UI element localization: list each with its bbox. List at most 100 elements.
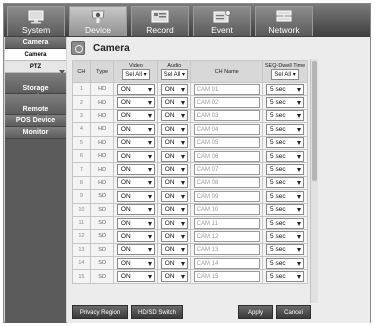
cell-type: HD bbox=[89, 122, 115, 137]
cell-name: CAM 09 bbox=[190, 189, 264, 204]
dwell-time-dropdown[interactable]: 5 sec bbox=[266, 217, 305, 229]
audio-dropdown[interactable]: ON bbox=[160, 217, 188, 229]
dwell-time-dropdown[interactable]: 5 sec bbox=[266, 164, 305, 176]
dwell-select-all[interactable]: Sel All ▾ bbox=[271, 69, 299, 80]
audio-dropdown[interactable]: ON bbox=[160, 177, 188, 189]
video-select-all[interactable]: Sel All ▾ bbox=[122, 69, 150, 80]
tab-network[interactable]: Network bbox=[255, 6, 313, 36]
cell-name: CAM 15 bbox=[190, 269, 264, 284]
tab-record[interactable]: Record bbox=[131, 6, 189, 36]
dwell-time-dropdown[interactable]: 5 sec bbox=[266, 123, 305, 135]
cell-name: CAM 14 bbox=[190, 256, 264, 271]
privacy-region-button[interactable]: Privacy Region bbox=[72, 305, 128, 319]
table-row: 5 HD ON ON CAM 05 5 sec bbox=[72, 135, 308, 150]
audio-dropdown[interactable]: ON bbox=[160, 110, 188, 122]
video-dropdown[interactable]: ON bbox=[116, 190, 155, 202]
dwell-time-dropdown[interactable]: 5 sec bbox=[266, 97, 305, 109]
audio-dropdown[interactable]: ON bbox=[160, 137, 188, 149]
sidebar-item-storage-device[interactable]: Storage Device bbox=[5, 73, 66, 101]
dwell-time-dropdown[interactable]: 5 sec bbox=[266, 110, 305, 122]
audio-dropdown[interactable]: ON bbox=[160, 164, 188, 176]
video-dropdown[interactable]: ON bbox=[116, 110, 155, 122]
cancel-button[interactable]: Cancel bbox=[276, 305, 311, 319]
sidebar-item-remote-device[interactable]: Remote Device bbox=[5, 94, 66, 122]
video-dropdown[interactable]: ON bbox=[116, 97, 155, 109]
audio-dropdown[interactable]: ON bbox=[160, 271, 188, 283]
audio-dropdown[interactable]: ON bbox=[160, 150, 188, 162]
dwell-time-dropdown[interactable]: 5 sec bbox=[266, 83, 305, 95]
sidebar-item-camera[interactable]: Camera bbox=[5, 37, 66, 49]
channel-name-field[interactable]: CAM 02 bbox=[193, 97, 260, 109]
video-dropdown[interactable]: ON bbox=[116, 137, 155, 149]
channel-name-field[interactable]: CAM 04 bbox=[193, 123, 260, 135]
channel-name-field[interactable]: CAM 03 bbox=[193, 110, 260, 122]
sidebar-item-pos-device[interactable]: POS Device bbox=[5, 115, 66, 127]
tab-system[interactable]: System bbox=[7, 6, 65, 36]
tab-device[interactable]: Device bbox=[69, 6, 127, 36]
channel-name-field[interactable]: CAM 10 bbox=[193, 204, 260, 216]
dwell-time-dropdown[interactable]: 5 sec bbox=[266, 204, 305, 216]
dwell-time-dropdown[interactable]: 5 sec bbox=[266, 257, 305, 269]
audio-dropdown[interactable]: ON bbox=[160, 244, 188, 256]
channel-name-field[interactable]: CAM 11 bbox=[193, 217, 260, 229]
monitor-icon bbox=[28, 10, 44, 24]
sidebar-item-monitor[interactable]: Monitor bbox=[5, 127, 66, 139]
channel-name-field[interactable]: CAM 01 bbox=[193, 83, 260, 95]
tab-event[interactable]: Event bbox=[193, 6, 251, 36]
video-dropdown[interactable]: ON bbox=[116, 83, 155, 95]
video-dropdown[interactable]: ON bbox=[116, 204, 155, 216]
cell-audio: ON bbox=[157, 108, 192, 124]
audio-select-all[interactable]: Sel All ▾ bbox=[160, 69, 188, 80]
video-dropdown[interactable]: ON bbox=[116, 244, 155, 256]
channel-name-field[interactable]: CAM 08 bbox=[193, 177, 260, 189]
video-dropdown[interactable]: ON bbox=[116, 150, 155, 162]
channel-name-field[interactable]: CAM 15 bbox=[193, 271, 260, 283]
sidebar-subitem-camera[interactable]: Camera bbox=[5, 49, 66, 61]
cell-ch: 15 bbox=[72, 269, 91, 284]
audio-dropdown[interactable]: ON bbox=[160, 257, 188, 269]
hd-sd-switch-button[interactable]: HD/SD Switch bbox=[131, 305, 183, 319]
dwell-time-dropdown[interactable]: 5 sec bbox=[266, 150, 305, 162]
video-dropdown[interactable]: ON bbox=[116, 257, 155, 269]
channel-name-field[interactable]: CAM 13 bbox=[193, 244, 260, 256]
video-dropdown[interactable]: ON bbox=[116, 123, 155, 135]
table-row: 9 SD ON ON CAM 09 5 sec bbox=[72, 189, 308, 204]
video-dropdown[interactable]: ON bbox=[116, 177, 155, 189]
dwell-time-dropdown[interactable]: 5 sec bbox=[266, 244, 305, 256]
dwell-time-dropdown[interactable]: 5 sec bbox=[266, 137, 305, 149]
channel-name-field[interactable]: CAM 06 bbox=[193, 150, 260, 162]
cell-name: CAM 02 bbox=[190, 95, 264, 110]
dwell-time-dropdown[interactable]: 5 sec bbox=[266, 177, 305, 189]
tab-label: Network bbox=[268, 25, 300, 35]
dwell-time-dropdown[interactable]: 5 sec bbox=[266, 230, 305, 242]
cell-type: SD bbox=[89, 215, 115, 231]
audio-dropdown[interactable]: ON bbox=[160, 123, 188, 135]
cell-name: CAM 10 bbox=[190, 202, 264, 217]
chevron-down-icon bbox=[180, 101, 185, 106]
scrollbar-thumb[interactable] bbox=[312, 61, 317, 181]
chevron-down-icon: ▾ bbox=[181, 72, 185, 78]
audio-dropdown[interactable]: ON bbox=[160, 83, 188, 95]
channel-name-field[interactable]: CAM 07 bbox=[193, 164, 260, 176]
chevron-down-icon bbox=[297, 114, 302, 119]
channel-name-field[interactable]: CAM 14 bbox=[193, 257, 260, 269]
channel-name-field[interactable]: CAM 09 bbox=[193, 190, 260, 202]
event-icon bbox=[213, 10, 231, 23]
audio-dropdown[interactable]: ON bbox=[160, 230, 188, 242]
channel-name-field[interactable]: CAM 12 bbox=[193, 230, 260, 242]
audio-dropdown[interactable]: ON bbox=[160, 190, 188, 202]
sidebar-subitem-ptz[interactable]: PTZ bbox=[5, 61, 66, 74]
video-dropdown[interactable]: ON bbox=[116, 230, 155, 242]
chevron-down-icon bbox=[147, 275, 152, 280]
dropdown-value: ON bbox=[120, 99, 131, 107]
video-dropdown[interactable]: ON bbox=[116, 271, 155, 283]
video-dropdown[interactable]: ON bbox=[116, 217, 155, 229]
audio-dropdown[interactable]: ON bbox=[160, 204, 188, 216]
video-dropdown[interactable]: ON bbox=[116, 164, 155, 176]
audio-dropdown[interactable]: ON bbox=[160, 97, 188, 109]
channel-name-field[interactable]: CAM 05 bbox=[193, 137, 260, 149]
table-scrollbar[interactable] bbox=[310, 59, 318, 303]
dwell-time-dropdown[interactable]: 5 sec bbox=[266, 190, 305, 202]
apply-button[interactable]: Apply bbox=[238, 305, 273, 319]
dwell-time-dropdown[interactable]: 5 sec bbox=[266, 271, 305, 283]
